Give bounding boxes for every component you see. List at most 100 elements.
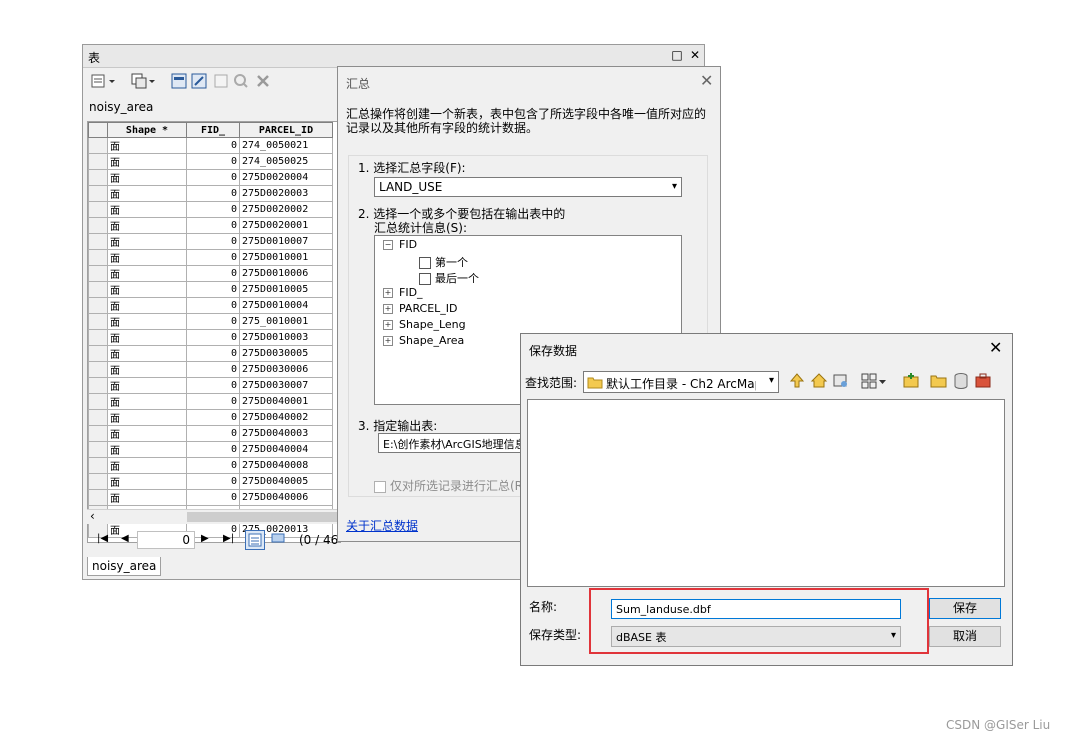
cell-parcel-id[interactable]: 275D0040005: [239, 473, 333, 490]
cell-parcel-id[interactable]: 275D0030005: [239, 345, 333, 362]
close-icon[interactable]: ✕: [700, 71, 713, 90]
cell-shape[interactable]: 面: [107, 169, 187, 186]
summarize-field-select[interactable]: LAND_USE ▾: [374, 177, 682, 197]
cell-parcel-id[interactable]: 275D0040002: [239, 409, 333, 426]
cell-fid[interactable]: 0: [186, 297, 240, 314]
row-selector-header[interactable]: [88, 122, 108, 138]
cell-shape[interactable]: 面: [107, 393, 187, 410]
cell-parcel-id[interactable]: 275D0040003: [239, 425, 333, 442]
cell-fid[interactable]: 0: [186, 409, 240, 426]
cell-fid[interactable]: 0: [186, 489, 240, 506]
cell-parcel-id[interactable]: 275D0020004: [239, 169, 333, 186]
cell-shape[interactable]: 面: [107, 265, 187, 282]
connect-folder-icon[interactable]: [831, 371, 851, 391]
show-all-records-icon[interactable]: [245, 530, 265, 550]
cell-shape[interactable]: 面: [107, 297, 187, 314]
look-in-select[interactable]: 默认工作目录 - Ch2 ArcMap基 ▾: [583, 371, 779, 393]
table-row[interactable]: 面 0 275D0010003: [88, 329, 333, 346]
new-folder-icon[interactable]: [929, 371, 949, 391]
cell-fid[interactable]: 0: [186, 169, 240, 186]
expand-icon[interactable]: +: [383, 320, 393, 330]
row-selector[interactable]: [88, 457, 108, 474]
cell-shape[interactable]: 面: [107, 185, 187, 202]
collapse-icon[interactable]: −: [383, 240, 393, 250]
table-row[interactable]: 面 0 275D0020004: [88, 169, 333, 186]
view-mode-icon[interactable]: [859, 371, 879, 391]
cell-fid[interactable]: 0: [186, 425, 240, 442]
row-selector[interactable]: [88, 473, 108, 490]
cell-fid[interactable]: 0: [186, 137, 240, 154]
cell-shape[interactable]: 面: [107, 249, 187, 266]
cell-parcel-id[interactable]: 275_0010001: [239, 313, 333, 330]
row-selector[interactable]: [88, 489, 108, 506]
cell-fid[interactable]: 0: [186, 313, 240, 330]
row-selector[interactable]: [88, 361, 108, 378]
clear-selection-icon[interactable]: [211, 71, 231, 91]
table-row[interactable]: 面 0 275D0040003: [88, 425, 333, 442]
horizontal-scrollbar[interactable]: ‹: [87, 509, 339, 524]
cell-parcel-id[interactable]: 274_0050021: [239, 137, 333, 154]
table-row[interactable]: 面 0 275D0010004: [88, 297, 333, 314]
cell-shape[interactable]: 面: [107, 217, 187, 234]
cell-fid[interactable]: 0: [186, 473, 240, 490]
cell-shape[interactable]: 面: [107, 441, 187, 458]
table-row[interactable]: 面 0 275D0040004: [88, 441, 333, 458]
delete-selected-icon[interactable]: [253, 71, 273, 91]
table-row[interactable]: 面 0 275D0020003: [88, 185, 333, 202]
table-row[interactable]: 面 0 275D0040008: [88, 457, 333, 474]
cell-shape[interactable]: 面: [107, 457, 187, 474]
row-selector[interactable]: [88, 153, 108, 170]
row-selector[interactable]: [88, 201, 108, 218]
cell-parcel-id[interactable]: 275D0020002: [239, 201, 333, 218]
cell-shape[interactable]: 面: [107, 313, 187, 330]
row-selector[interactable]: [88, 281, 108, 298]
cell-parcel-id[interactable]: 275D0010001: [239, 249, 333, 266]
cell-fid[interactable]: 0: [186, 153, 240, 170]
cell-parcel-id[interactable]: 275D0020003: [239, 185, 333, 202]
table-row[interactable]: 面 0 274_0050021: [88, 137, 333, 154]
cell-fid[interactable]: 0: [186, 441, 240, 458]
scroll-left-icon[interactable]: ‹: [90, 509, 95, 523]
maximize-icon[interactable]: □: [669, 47, 685, 63]
column-header-parcel-id[interactable]: PARCEL_ID: [239, 122, 333, 138]
save-button[interactable]: 保存: [929, 598, 1001, 619]
cell-fid[interactable]: 0: [186, 345, 240, 362]
tree-node-fid[interactable]: − FID: [383, 238, 417, 251]
cell-parcel-id[interactable]: 275D0040008: [239, 457, 333, 474]
cell-parcel-id[interactable]: 275D0040006: [239, 489, 333, 506]
cell-fid[interactable]: 0: [186, 249, 240, 266]
expand-icon[interactable]: +: [383, 304, 393, 314]
close-icon[interactable]: ✕: [687, 47, 703, 63]
scrollbar-thumb[interactable]: [187, 512, 337, 522]
switch-selection-icon[interactable]: [189, 71, 209, 91]
cell-shape[interactable]: 面: [107, 281, 187, 298]
cell-shape[interactable]: 面: [107, 153, 187, 170]
table-row[interactable]: 面 0 275D0040006: [88, 489, 333, 506]
table-row[interactable]: 面 0 275D0040001: [88, 393, 333, 410]
cancel-button[interactable]: 取消: [929, 626, 1001, 647]
tree-option-last[interactable]: 最后一个: [419, 270, 479, 286]
cell-fid[interactable]: 0: [186, 329, 240, 346]
row-selector[interactable]: [88, 329, 108, 346]
toolbox-icon[interactable]: [973, 371, 993, 391]
dropdown-arrow-icon[interactable]: [107, 71, 127, 91]
cell-parcel-id[interactable]: 275D0040004: [239, 441, 333, 458]
dropdown-arrow-icon[interactable]: [147, 71, 167, 91]
table-row[interactable]: 面 0 275D0010005: [88, 281, 333, 298]
row-selector[interactable]: [88, 137, 108, 154]
row-selector[interactable]: [88, 393, 108, 410]
table-row[interactable]: 面 0 275D0010001: [88, 249, 333, 266]
cell-parcel-id[interactable]: 275D0010004: [239, 297, 333, 314]
show-selected-records-icon[interactable]: [269, 530, 289, 550]
cell-fid[interactable]: 0: [186, 265, 240, 282]
row-selector[interactable]: [88, 409, 108, 426]
tree-node-parcel-id[interactable]: + PARCEL_ID: [383, 302, 458, 315]
cell-shape[interactable]: 面: [107, 425, 187, 442]
table-row[interactable]: 面 0 275D0040002: [88, 409, 333, 426]
table-row[interactable]: 面 0 275_0010001: [88, 313, 333, 330]
cell-fid[interactable]: 0: [186, 361, 240, 378]
about-summarize-link[interactable]: 关于汇总数据: [346, 517, 418, 534]
cell-parcel-id[interactable]: 275D0010006: [239, 265, 333, 282]
dropdown-arrow-icon[interactable]: [877, 371, 897, 391]
checkbox[interactable]: [419, 273, 431, 285]
